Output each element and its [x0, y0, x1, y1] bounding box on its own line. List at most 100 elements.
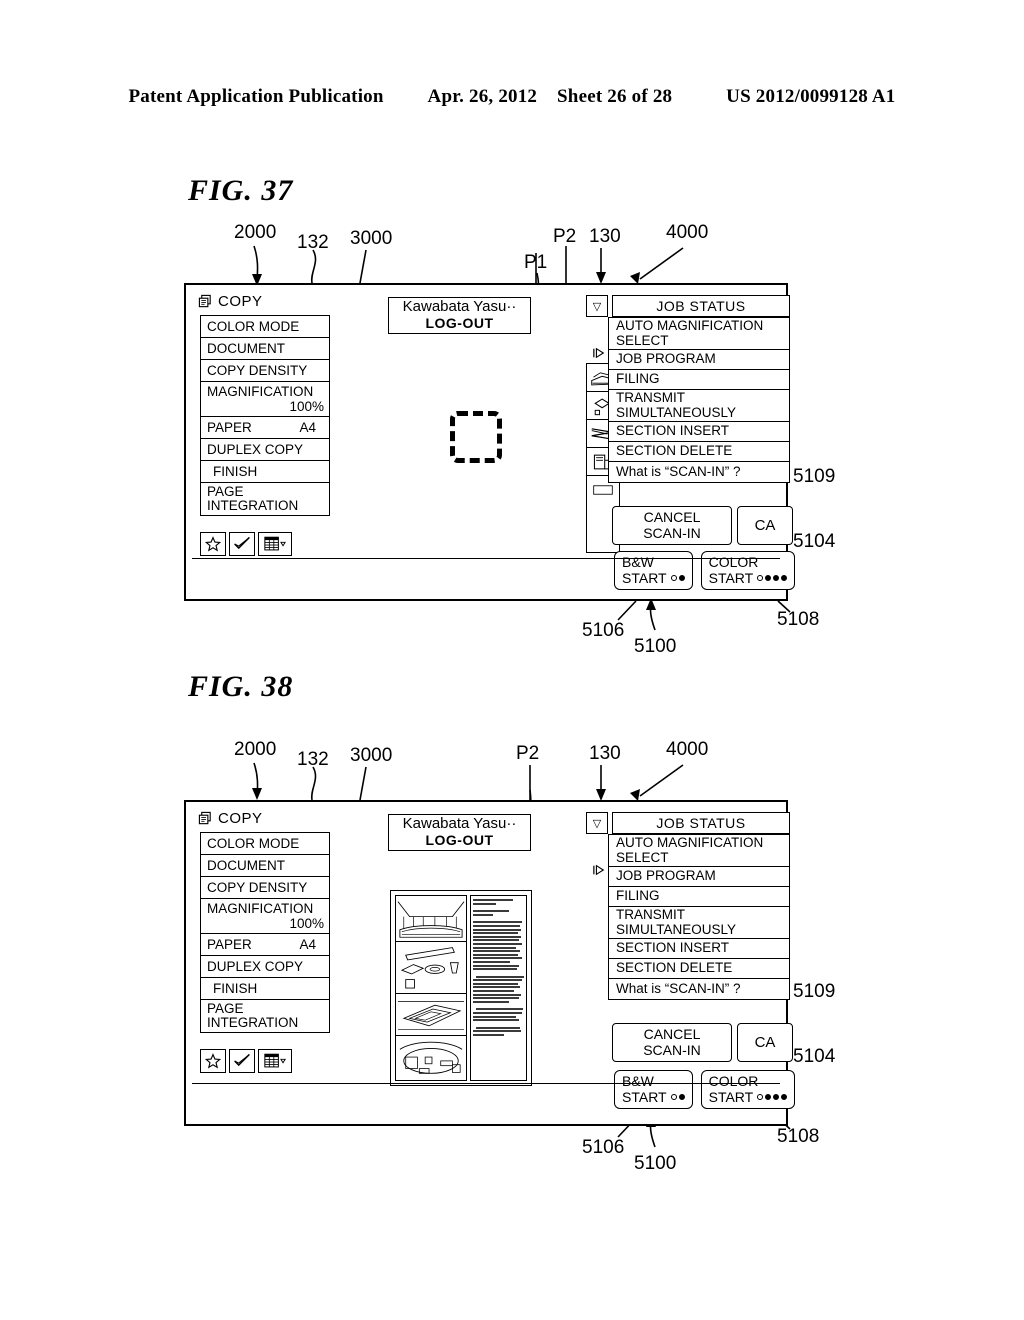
ref-5100-fig38: 5100 — [634, 1153, 677, 1174]
logout-label-fig38: LOG-OUT — [425, 832, 494, 848]
menu-item-duplex-copy-fig37[interactable]: DUPLEX COPY — [201, 439, 329, 461]
job-status-button-fig37[interactable]: JOB STATUS — [612, 295, 790, 317]
popup-item-job-program-fig38[interactable]: JOB PROGRAM — [609, 867, 789, 887]
label: COLOR MODE — [207, 836, 300, 851]
dropdown-triangle-button-fig37[interactable]: ▽ — [586, 295, 608, 317]
popup-pointer-icon-fig37 — [592, 347, 606, 362]
star-icon — [205, 1053, 221, 1069]
app-title-row-fig37: COPY — [198, 293, 263, 310]
menu-item-color-mode-fig38[interactable]: COLOR MODE — [201, 833, 329, 855]
check-icon-button-fig37[interactable] — [229, 532, 255, 556]
ref-4000-fig37: 4000 — [666, 222, 709, 243]
popup-item-section-insert-fig37[interactable]: SECTION INSERT — [609, 422, 789, 442]
screen-bottom-divider-fig38 — [192, 1083, 780, 1084]
logged-in-user-fig37: Kawabata Yasu·· — [402, 298, 517, 315]
dropdown-triangle-button-fig38[interactable]: ▽ — [586, 812, 608, 834]
settings-menu-fig37: COLOR MODE DOCUMENT COPY DENSITY MAGNIFI… — [200, 315, 330, 516]
job-status-row-fig38: ▽ JOB STATUS — [586, 812, 790, 834]
cancel-scan-in-button-fig38[interactable]: CANCEL SCAN-IN — [612, 1023, 732, 1062]
figure-title-38: FIG. 38 — [188, 670, 294, 703]
color-start-line2: START — [708, 570, 754, 586]
popup-item-what-is-scan-in-fig37[interactable]: What is “SCAN-IN” ? — [609, 462, 789, 482]
ref-5106-fig37: 5106 — [582, 620, 625, 641]
popup-item-section-insert-fig38[interactable]: SECTION INSERT — [609, 939, 789, 959]
popup-item-auto-magnification-fig38[interactable]: AUTO MAGNIFICATION SELECT — [609, 835, 789, 867]
popup-item-job-program-fig37[interactable]: JOB PROGRAM — [609, 350, 789, 370]
popup-item-section-delete-fig38[interactable]: SECTION DELETE — [609, 959, 789, 979]
label: FINISH — [213, 981, 258, 996]
check-icon — [234, 1053, 250, 1067]
magnification-value-fig38: 100% — [289, 916, 324, 931]
color-start-line1: COLOR — [708, 554, 759, 570]
popup-item-filing-fig38[interactable]: FILING — [609, 887, 789, 907]
menu-item-finish-fig37[interactable]: FINISH — [201, 461, 329, 483]
menu-item-page-integration-fig37[interactable]: PAGE INTEGRATION — [201, 483, 329, 515]
color-start-button-fig37[interactable]: COLOR START — [700, 551, 796, 590]
check-icon-button-fig38[interactable] — [229, 1049, 255, 1073]
ca-button-fig38[interactable]: CA — [737, 1023, 793, 1062]
cancel-row-fig37: CANCEL SCAN-IN CA — [612, 506, 793, 545]
label: JOB PROGRAM — [616, 868, 716, 884]
favorite-star-icon-button-fig37[interactable] — [200, 532, 226, 556]
popup-item-transmit-simultaneously-fig38[interactable]: TRANSMIT SIMULTANEOUSLY — [609, 907, 789, 939]
bw-start-line2: START — [622, 1089, 667, 1105]
menu-item-paper-fig37[interactable]: PAPER A4 — [201, 417, 329, 439]
menu-item-magnification-fig37[interactable]: MAGNIFICATION 100% — [201, 382, 329, 417]
menu-item-copy-density-fig37[interactable]: COPY DENSITY — [201, 360, 329, 382]
preview-photo-panel-4 — [396, 1036, 466, 1080]
label: DUPLEX COPY — [207, 959, 304, 974]
label: JOB PROGRAM — [616, 351, 716, 367]
label-line2: SCAN-IN — [643, 1042, 701, 1058]
grid-list-icon-button-fig37[interactable] — [258, 532, 292, 556]
label: COPY DENSITY — [207, 880, 308, 895]
popup-item-auto-magnification-fig37[interactable]: AUTO MAGNIFICATION SELECT — [609, 318, 789, 350]
label: PAPER — [207, 420, 252, 435]
documents-photo-icon — [397, 1000, 465, 1030]
menu-item-paper-fig38[interactable]: PAPER A4 — [201, 934, 329, 956]
label: What is “SCAN-IN” ? — [616, 463, 741, 479]
sheet-number: Sheet 26 of 28 — [557, 86, 673, 107]
cancel-scan-in-button-fig37[interactable]: CANCEL SCAN-IN — [612, 506, 732, 545]
ref-5109-fig38: 5109 — [793, 981, 836, 1002]
menu-item-document-fig37[interactable]: DOCUMENT — [201, 338, 329, 360]
label: SECTION DELETE — [616, 443, 733, 459]
bw-start-button-fig37[interactable]: B&W START — [614, 551, 693, 590]
ref-5109-fig37: 5109 — [793, 466, 836, 487]
ref-4000-fig38: 4000 — [666, 739, 709, 760]
favorite-star-icon-button-fig38[interactable] — [200, 1049, 226, 1073]
popup-item-filing-fig37[interactable]: FILING — [609, 370, 789, 390]
label: SECTION INSERT — [616, 423, 730, 439]
ref-130-fig37: 130 — [589, 226, 621, 247]
bw-start-line1: B&W — [622, 554, 654, 570]
function-popup-menu-fig37: AUTO MAGNIFICATION SELECT JOB PROGRAM FI… — [608, 317, 790, 483]
settings-menu-fig38: COLOR MODE DOCUMENT COPY DENSITY MAGNIFI… — [200, 832, 330, 1033]
label-line2: SCAN-IN — [643, 525, 701, 541]
job-status-button-fig38[interactable]: JOB STATUS — [612, 812, 790, 834]
popup-item-what-is-scan-in-fig38[interactable]: What is “SCAN-IN” ? — [609, 979, 789, 999]
popup-item-transmit-simultaneously-fig37[interactable]: TRANSMIT SIMULTANEOUSLY — [609, 390, 789, 422]
bw-start-button-fig38[interactable]: B&W START — [614, 1070, 693, 1109]
color-start-button-fig38[interactable]: COLOR START — [700, 1070, 796, 1109]
label: DOCUMENT — [207, 341, 285, 356]
ca-button-fig37[interactable]: CA — [737, 506, 793, 545]
preview-text-column — [470, 895, 527, 1081]
preview-placeholder-fig37 — [450, 411, 502, 463]
chevron-down-icon: ▽ — [592, 817, 602, 830]
menu-item-duplex-copy-fig38[interactable]: DUPLEX COPY — [201, 956, 329, 978]
play-right-icon — [593, 864, 605, 876]
login-status-box-fig38[interactable]: Kawabata Yasu·· LOG-OUT — [388, 814, 531, 851]
grid-list-icon-button-fig38[interactable] — [258, 1049, 292, 1073]
figure-title-37: FIG. 37 — [188, 174, 294, 207]
label: FILING — [616, 371, 660, 387]
bw-start-indicator-dots — [670, 1094, 685, 1100]
login-status-box-fig37[interactable]: Kawabata Yasu·· LOG-OUT — [388, 297, 531, 334]
popup-item-section-delete-fig37[interactable]: SECTION DELETE — [609, 442, 789, 462]
menu-item-document-fig38[interactable]: DOCUMENT — [201, 855, 329, 877]
document-preview-thumbnail-fig38[interactable] — [390, 890, 532, 1086]
menu-item-magnification-fig38[interactable]: MAGNIFICATION 100% — [201, 899, 329, 934]
ref-5108-fig38: 5108 — [777, 1126, 820, 1147]
menu-item-copy-density-fig38[interactable]: COPY DENSITY — [201, 877, 329, 899]
menu-item-finish-fig38[interactable]: FINISH — [201, 978, 329, 1000]
menu-item-color-mode-fig37[interactable]: COLOR MODE — [201, 316, 329, 338]
menu-item-page-integration-fig38[interactable]: PAGE INTEGRATION — [201, 1000, 329, 1032]
